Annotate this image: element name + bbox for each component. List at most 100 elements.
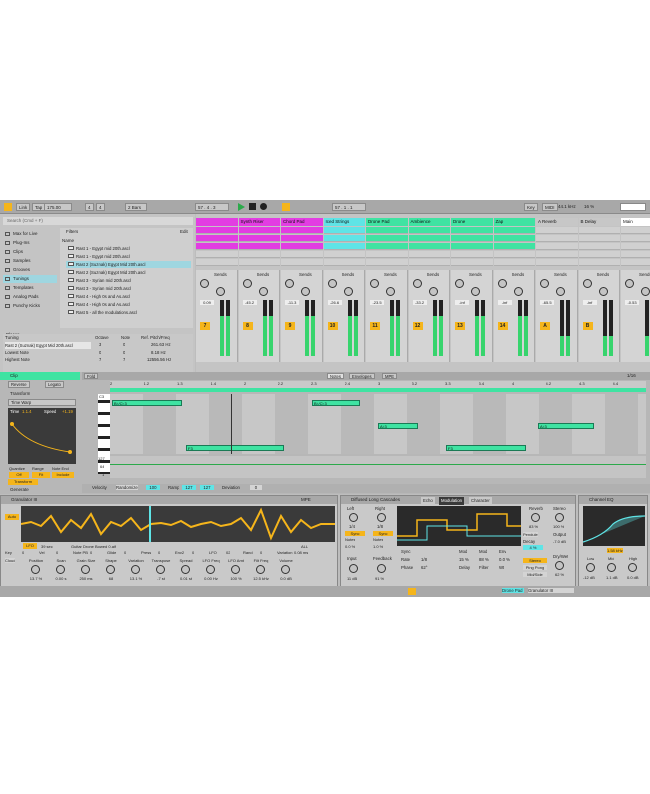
clip-slot[interactable] xyxy=(451,259,493,266)
clip-slot[interactable] xyxy=(578,243,620,250)
signature-denominator[interactable]: 4 xyxy=(96,203,105,211)
send-knob[interactable] xyxy=(582,279,592,288)
loop-brace[interactable] xyxy=(110,388,646,392)
place-plug-ins[interactable]: Plug-Ins xyxy=(3,239,57,247)
mod-source-value[interactable]: 0.08 ms xyxy=(294,550,308,555)
clip-slot[interactable] xyxy=(451,235,493,242)
file-item[interactable]: Rast 1 - Egypt mid 20th.ascl xyxy=(66,253,191,260)
clip-slot[interactable] xyxy=(323,251,365,258)
param-knob[interactable] xyxy=(256,565,265,574)
clip-slot[interactable] xyxy=(238,235,280,242)
loop-start-position[interactable]: 57 . 1 . 1 xyxy=(332,203,366,211)
reverse-button[interactable]: Reverse xyxy=(8,381,30,388)
send-knob[interactable] xyxy=(598,287,608,296)
track-activator[interactable]: 9 xyxy=(285,322,295,330)
track-activator[interactable]: 8 xyxy=(242,322,253,330)
filters-button[interactable]: Filters xyxy=(66,229,78,234)
place-samples[interactable]: Samples xyxy=(3,257,57,265)
clip-slot[interactable] xyxy=(536,259,578,266)
stereo-mode-button[interactable]: Stereo xyxy=(523,558,547,563)
clip-slot[interactable] xyxy=(281,243,323,250)
deviation-value[interactable]: 0 xyxy=(250,485,262,490)
place-templates[interactable]: Templates xyxy=(3,284,57,292)
clip-slot[interactable] xyxy=(366,259,408,266)
track-activator[interactable]: 10 xyxy=(327,322,338,330)
stereo-knob[interactable] xyxy=(555,513,564,522)
send-knob[interactable] xyxy=(327,279,337,288)
send-knob[interactable] xyxy=(216,287,225,296)
place-punchy-kicks[interactable]: Punchy Kicks xyxy=(3,302,57,310)
send-knob[interactable] xyxy=(540,279,549,288)
clip-slot[interactable] xyxy=(196,235,238,242)
clip-slot[interactable] xyxy=(578,227,620,234)
clip-slot[interactable] xyxy=(621,243,650,250)
note-grid[interactable]: B♭/C♭3 B♭/C♭3 A♭3 A♭3 F3 F3 xyxy=(110,394,646,454)
volume-value[interactable]: -0.53 xyxy=(625,300,639,305)
send-knob[interactable] xyxy=(200,279,209,288)
param-value[interactable]: 12.5 kHz xyxy=(250,576,272,581)
param-knob[interactable] xyxy=(281,565,290,574)
tab-character[interactable]: Character xyxy=(469,497,492,505)
param-knob[interactable] xyxy=(81,565,90,574)
track-header[interactable]: Zap xyxy=(493,218,535,226)
clip-slot[interactable] xyxy=(493,243,535,250)
tab-modulation[interactable]: Modulation xyxy=(439,497,465,505)
file-item[interactable]: Rast 3 - Syrian mid 20th.ascl xyxy=(66,277,191,284)
param-value[interactable]: 0.00 Hz xyxy=(200,576,222,581)
mod-source-value[interactable]: 0 xyxy=(124,550,126,555)
param-knob[interactable] xyxy=(31,565,40,574)
highest-octave[interactable]: 7 xyxy=(99,357,101,362)
record-icon[interactable] xyxy=(260,203,267,210)
pendule-menu[interactable]: Pendule xyxy=(523,532,538,537)
legato-button[interactable]: Legato xyxy=(45,381,64,388)
time-warp-menu[interactable]: Time Warp xyxy=(8,399,76,406)
note-end-include-button[interactable]: Include xyxy=(52,472,74,478)
send-knob[interactable] xyxy=(258,287,268,296)
randomize-value[interactable]: 100 xyxy=(146,485,160,490)
lowest-note[interactable]: 0 xyxy=(123,350,125,355)
left-sync-button[interactable]: Sync xyxy=(345,531,365,536)
tab-notes[interactable]: Notes xyxy=(327,373,344,379)
right-time-knob[interactable] xyxy=(377,513,386,522)
midi-note[interactable]: F3 xyxy=(446,445,526,451)
clip-slot[interactable] xyxy=(493,259,535,266)
volume-value[interactable]: -33.2 xyxy=(412,300,427,305)
clip-slot[interactable] xyxy=(578,235,620,242)
send-knob[interactable] xyxy=(428,287,438,296)
param-knob[interactable] xyxy=(231,565,240,574)
lowest-freq[interactable]: 8.18 Hz xyxy=(151,350,166,355)
midi-note[interactable]: A♭3 xyxy=(378,423,418,429)
signature-numerator[interactable]: 4 xyxy=(85,203,94,211)
mid-side-button[interactable]: Mid/Side xyxy=(523,572,547,577)
column-name-header[interactable]: Name xyxy=(62,238,74,243)
eq-low-knob[interactable] xyxy=(586,563,595,572)
file-item[interactable]: Rast 4 - High 0s and As.ascl xyxy=(66,301,191,308)
volume-value[interactable]: -23.5 xyxy=(370,300,384,305)
dry-wet-value[interactable]: 62 % xyxy=(555,572,564,577)
speed-value[interactable]: +1.19 xyxy=(62,409,73,414)
clip-slot[interactable] xyxy=(323,235,365,242)
mod-sync-label[interactable]: Sync xyxy=(401,549,411,554)
send-knob[interactable] xyxy=(412,279,422,288)
mod2-value[interactable]: 88 % xyxy=(479,557,489,562)
clip-slot[interactable] xyxy=(408,243,450,250)
volume-value[interactable]: -inf xyxy=(497,300,512,305)
tab-mpe[interactable]: MPE xyxy=(382,373,398,379)
clip-slot[interactable] xyxy=(536,251,578,258)
clip-slot[interactable] xyxy=(493,251,535,258)
track-header[interactable] xyxy=(196,218,238,226)
link-button[interactable]: Link xyxy=(16,203,31,211)
volume-value[interactable]: -11.3 xyxy=(285,300,299,305)
ping-pong-button[interactable]: Ping Pong xyxy=(523,565,547,570)
track-activator[interactable]: 12 xyxy=(412,322,423,330)
clip-slot[interactable] xyxy=(196,259,238,266)
feedback-value[interactable]: 91 % xyxy=(375,576,384,581)
send-knob[interactable] xyxy=(625,279,634,288)
lowest-octave[interactable]: 0 xyxy=(99,350,101,355)
clip-slot[interactable] xyxy=(408,259,450,266)
left-value[interactable]: 1/4 xyxy=(349,524,355,529)
highest-freq[interactable]: 12556.56 Hz xyxy=(147,357,171,362)
place-tunings[interactable]: Tunings xyxy=(3,275,57,283)
right-offset[interactable]: 1.0 % xyxy=(373,544,383,549)
left-offset[interactable]: 0.0 % xyxy=(345,544,355,549)
